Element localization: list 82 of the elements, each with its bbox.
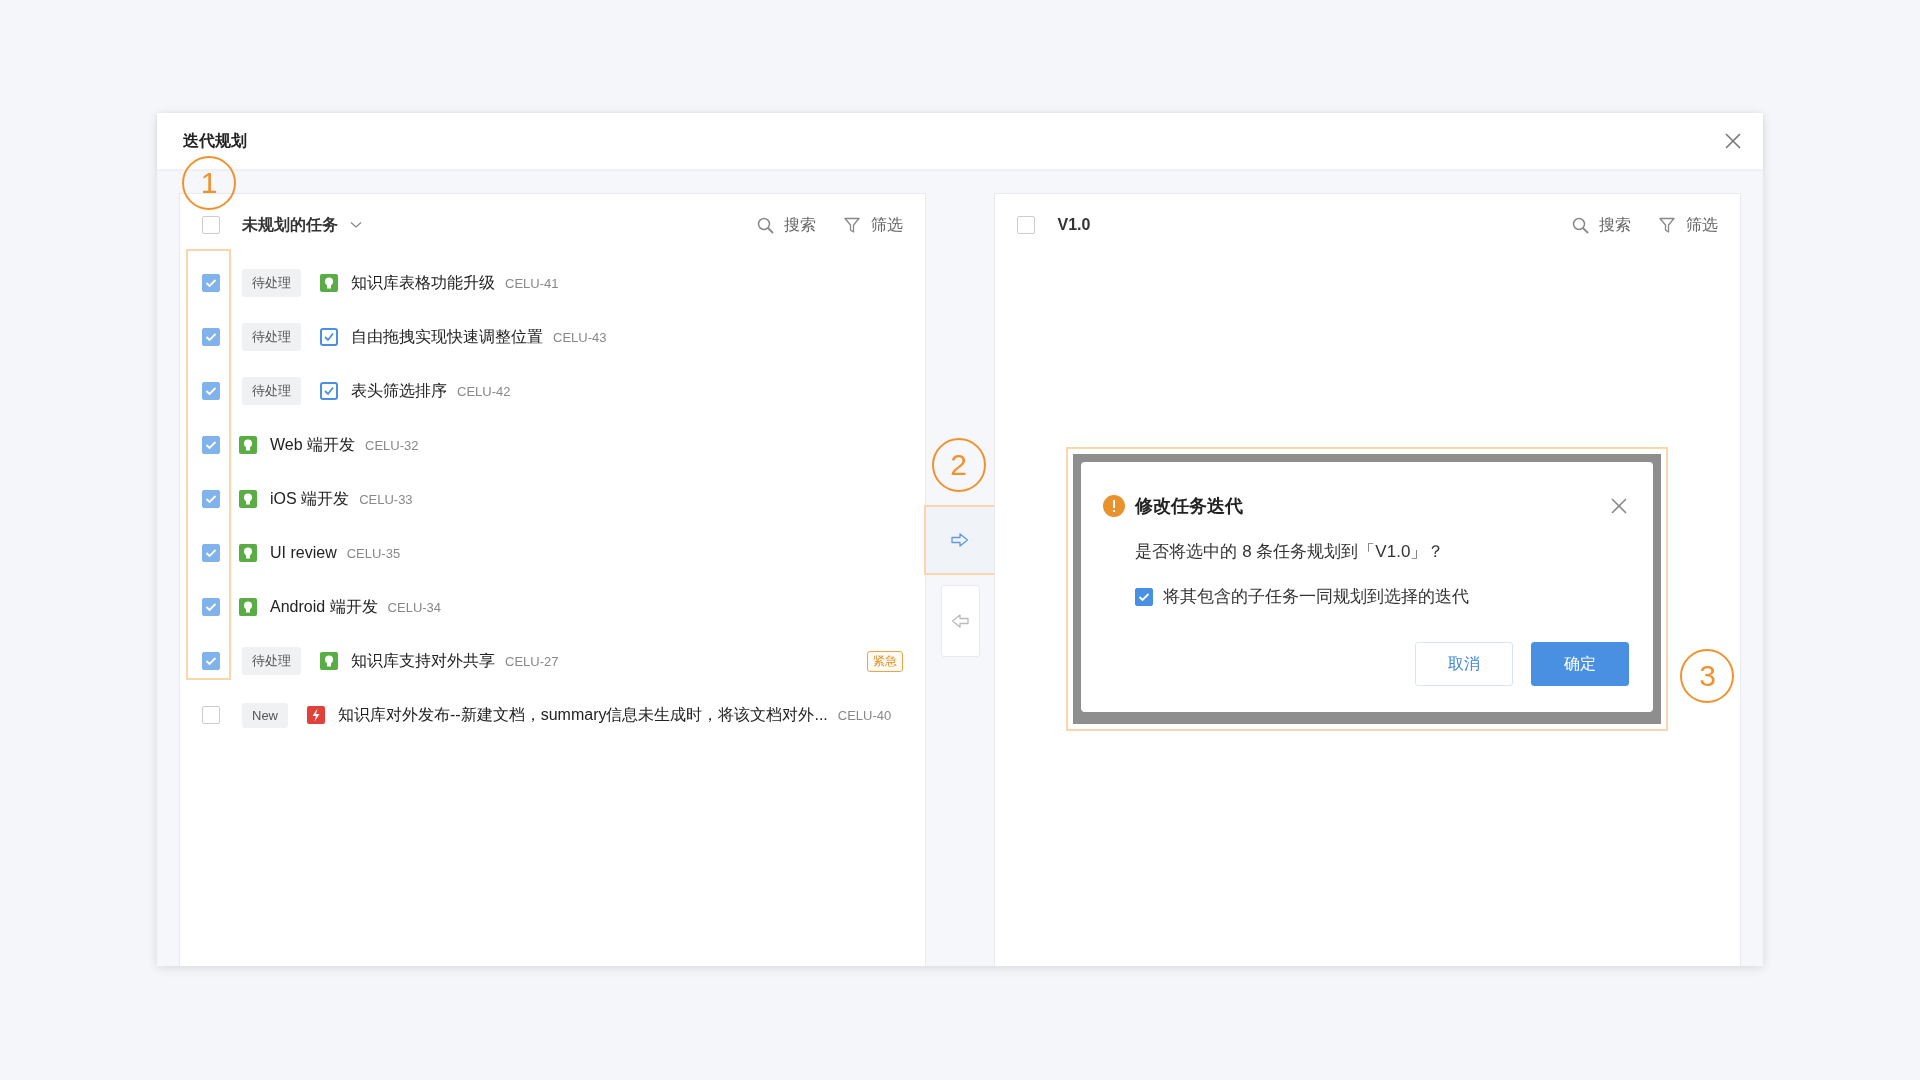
task-title[interactable]: Android 端开发 [270, 596, 378, 618]
checkbox[interactable] [202, 382, 220, 400]
search-icon [1572, 216, 1589, 234]
task-title[interactable]: 自由拖拽实现快速调整位置 [351, 326, 543, 348]
checkbox[interactable] [202, 328, 220, 346]
check-icon [205, 494, 217, 504]
task-title[interactable]: iOS 端开发 [270, 488, 350, 510]
lightbulb-icon [239, 490, 257, 508]
task-code: CELU-35 [346, 545, 401, 561]
list-dropdown[interactable]: 未规划的任务 [242, 214, 338, 236]
move-right-button[interactable] [923, 505, 996, 575]
right-arrow-icon [950, 533, 969, 547]
task-code: CELU-42 [457, 383, 511, 399]
task-title[interactable]: Web 端开发 [270, 434, 356, 456]
close-button[interactable] [1609, 496, 1630, 516]
check-icon [205, 332, 217, 342]
step-number: 3 [1680, 649, 1735, 703]
checkbox[interactable] [202, 216, 220, 234]
window-title: 迭代规划 [183, 130, 247, 151]
lightbulb-icon [239, 544, 257, 562]
status-tag: 待处理 [242, 647, 301, 675]
move-left-button[interactable] [940, 585, 980, 657]
task-code: CELU-34 [387, 599, 442, 615]
checkbox[interactable] [202, 652, 220, 670]
cancel-button[interactable]: 取消 [1415, 642, 1514, 686]
dialog-message: 是否将选中的 8 条任务规划到「V1.0」？ [1135, 541, 1446, 563]
lightbulb-icon [239, 598, 257, 616]
panel-title: V1.0 [1057, 216, 1091, 234]
task-code: CELU-41 [505, 275, 559, 291]
lightbulb-icon [320, 652, 338, 670]
lightning-icon [307, 706, 325, 724]
left-arrow-icon [951, 614, 969, 628]
check-icon [205, 440, 217, 450]
checked-box-icon [320, 382, 338, 400]
step-number: 1 [182, 156, 236, 210]
task-title[interactable]: 知识库对外发布--新建文档，summary信息未生成时，将该文档对外... [338, 704, 828, 726]
priority-tag: 紧急 [866, 650, 903, 672]
filter-icon [1659, 216, 1676, 234]
close-button[interactable] [1723, 131, 1743, 151]
checkbox[interactable] [202, 436, 220, 454]
task-code: CELU-43 [553, 329, 607, 345]
status-tag: New [242, 702, 288, 728]
close-icon [1609, 496, 1630, 516]
search-icon [756, 216, 774, 234]
check-icon [205, 386, 217, 396]
warning-icon [1103, 495, 1126, 517]
checkbox[interactable] [202, 490, 220, 508]
checked-box-icon [320, 328, 338, 346]
lightbulb-icon [320, 274, 338, 292]
filter-icon [843, 216, 861, 234]
status-tag: 待处理 [242, 323, 301, 351]
task-title[interactable]: 知识库支持对外共享 [351, 650, 495, 672]
task-code: CELU-32 [365, 437, 419, 453]
status-tag: 待处理 [242, 377, 301, 405]
filter-button[interactable]: 筛选 [1659, 214, 1718, 236]
status-tag: 待处理 [242, 269, 301, 297]
filter-button[interactable]: 筛选 [843, 214, 903, 236]
close-icon [1723, 131, 1743, 151]
search-button[interactable]: 搜索 [1572, 214, 1631, 236]
checkbox[interactable] [1135, 587, 1154, 606]
dialog-title: 修改任务迭代 [1135, 495, 1244, 518]
checkbox[interactable] [202, 598, 220, 616]
checkbox[interactable] [202, 706, 220, 724]
task-code: CELU-27 [505, 653, 559, 669]
search-button[interactable]: 搜索 [756, 214, 816, 236]
step-number: 2 [931, 438, 986, 492]
chevron-down-icon[interactable] [350, 221, 362, 229]
check-icon [1138, 591, 1151, 602]
check-icon [205, 278, 217, 288]
checkbox[interactable] [202, 544, 220, 562]
task-title[interactable]: 表头筛选排序 [351, 380, 447, 402]
checkbox[interactable] [1017, 216, 1036, 234]
task-code: CELU-33 [359, 491, 413, 507]
task-title[interactable]: UI review [270, 544, 337, 562]
lightbulb-icon [239, 436, 257, 454]
task-title[interactable]: 知识库表格功能升级 [351, 272, 495, 294]
checkbox-label[interactable]: 将其包含的子任务一同规划到选择的迭代 [1163, 585, 1470, 608]
check-icon [205, 656, 217, 666]
check-icon [205, 602, 217, 612]
check-icon [205, 548, 217, 558]
checkbox[interactable] [202, 274, 220, 292]
task-code: CELU-40 [837, 707, 892, 723]
